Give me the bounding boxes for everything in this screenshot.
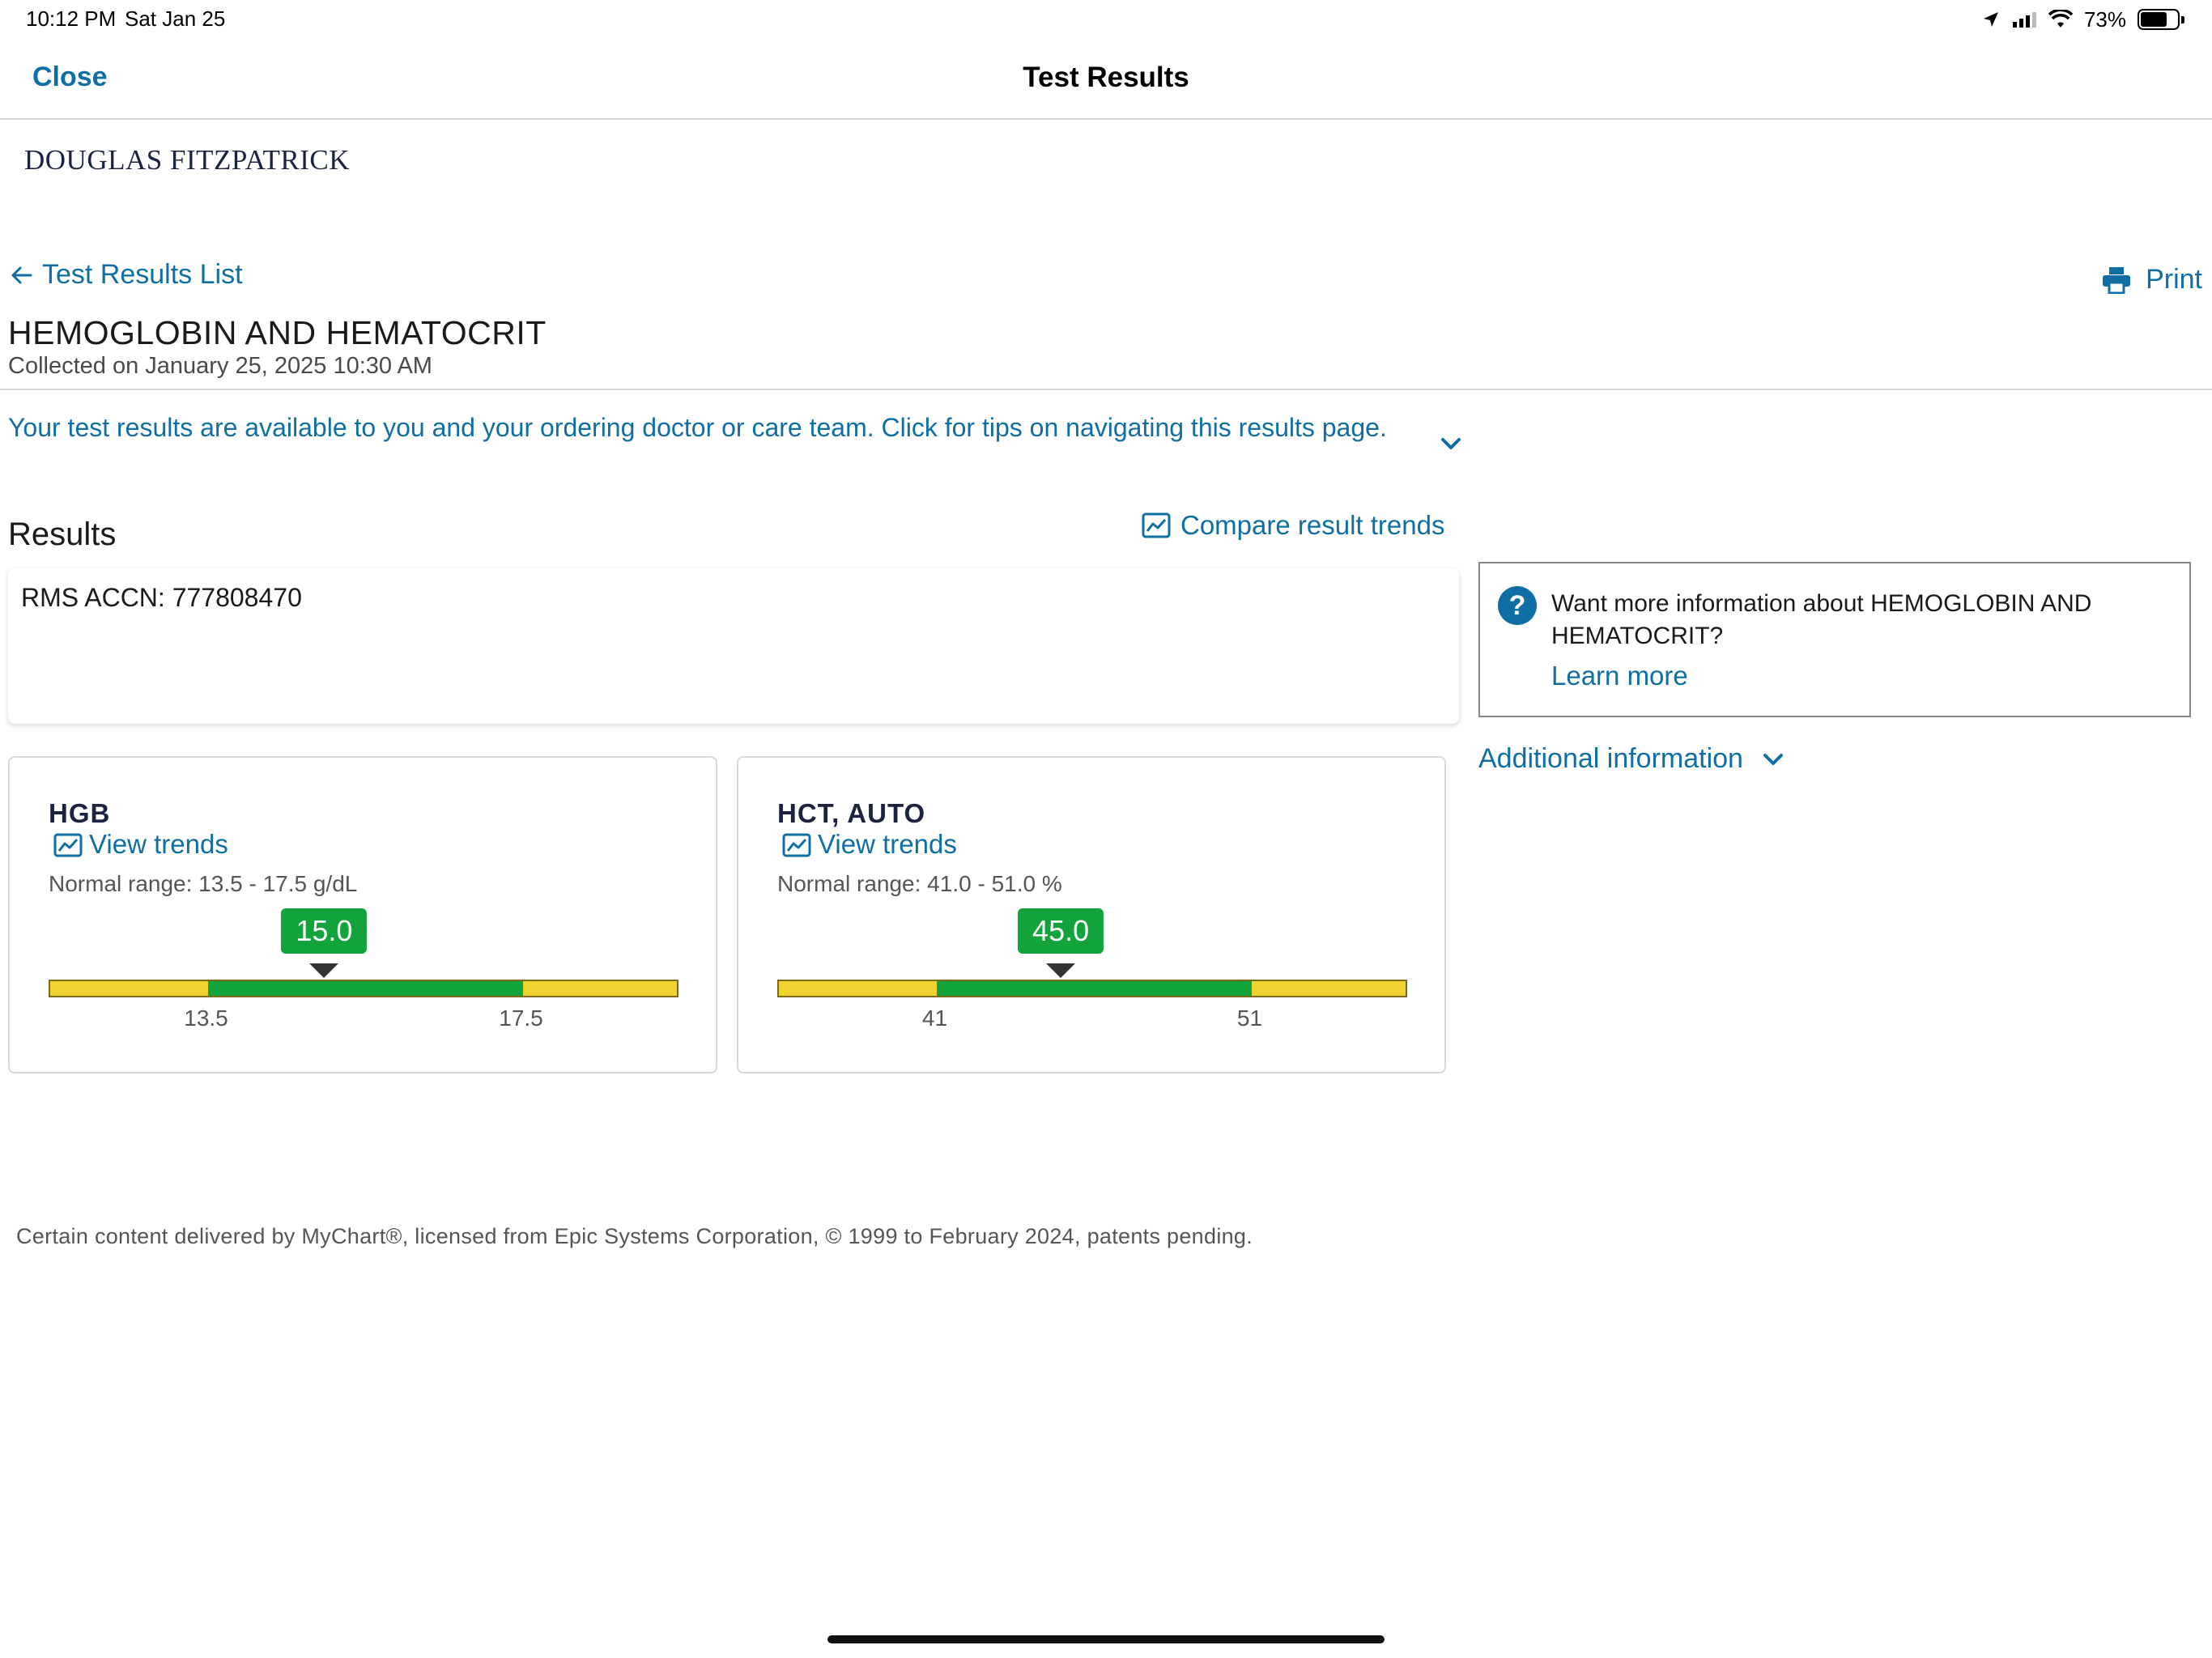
battery-level	[2141, 12, 2167, 27]
location-arrow-icon	[1983, 12, 1998, 27]
result-value-badge: 15.0	[281, 908, 368, 954]
print-button[interactable]: Print	[2102, 264, 2202, 295]
trend-chart-icon	[53, 833, 83, 857]
compare-result-trends-link[interactable]: Compare result trends	[1142, 510, 1444, 541]
range-low-label: 41	[921, 1005, 948, 1031]
printer-icon	[2103, 266, 2131, 294]
more-info-question: Want more information about HEMOGLOBIN A…	[1551, 590, 2092, 649]
result-card-hct-auto: HCT, AUTO View trends Normal range: 41.0…	[737, 756, 1446, 1073]
battery-icon	[2138, 9, 2184, 30]
status-bar: 10:12 PM Sat Jan 25 73%	[0, 0, 2212, 42]
component-name: HGB	[49, 798, 111, 828]
component-name: HCT, AUTO	[777, 798, 926, 828]
compare-label: Compare result trends	[1180, 510, 1445, 540]
view-trends-link[interactable]: View trends	[53, 829, 228, 860]
range-high-label: 17.5	[499, 1005, 543, 1031]
normal-range: Normal range: 13.5 - 17.5 g/dL	[49, 871, 358, 896]
learn-more-link[interactable]: Learn more	[1551, 661, 1688, 691]
divider	[0, 389, 2212, 390]
patient-name: DOUGLAS FITZPATRICK	[24, 144, 351, 176]
normal-range-segment	[207, 981, 523, 996]
more-info-box: ? Want more information about HEMOGLOBIN…	[1478, 562, 2191, 717]
accession-card: RMS ACCN: 777808470	[8, 568, 1459, 724]
range-bar	[49, 980, 678, 997]
back-to-results-list-link[interactable]: Test Results List	[10, 259, 243, 291]
normal-range-segment	[936, 981, 1252, 996]
view-trends-label: View trends	[818, 829, 957, 859]
value-pointer-icon	[1046, 963, 1076, 978]
navigation-bar: Close Test Results	[0, 42, 2212, 120]
home-indicator[interactable]	[827, 1635, 1385, 1643]
range-bar	[777, 980, 1407, 997]
status-indicators: 73%	[1982, 6, 2184, 32]
status-date: Sat Jan 25	[125, 6, 226, 31]
status-time: 10:12 PM	[26, 6, 117, 31]
chevron-down-icon	[1763, 753, 1783, 765]
result-card-hgb: HGB View trends Normal range: 13.5 - 17.…	[8, 756, 717, 1073]
nav-title: Test Results	[1023, 62, 1189, 93]
cellular-signal-icon	[2012, 12, 2036, 28]
wifi-icon	[2048, 10, 2073, 28]
test-title: HEMOGLOBIN AND HEMATOCRIT	[8, 314, 547, 351]
result-value-badge: 45.0	[1018, 908, 1104, 954]
back-link-label: Test Results List	[42, 259, 243, 290]
accession-number: RMS ACCN: 777808470	[21, 583, 302, 612]
trend-chart-icon	[1142, 512, 1171, 538]
value-pointer-icon	[309, 963, 339, 978]
view-trends-link[interactable]: View trends	[782, 829, 957, 860]
print-label: Print	[2146, 264, 2202, 295]
collected-date: Collected on January 25, 2025 10:30 AM	[8, 353, 432, 379]
results-heading: Results	[8, 517, 117, 552]
question-icon: ?	[1498, 586, 1537, 625]
range-low-label: 13.5	[184, 1005, 228, 1031]
battery-percent: 73%	[2083, 6, 2126, 32]
tips-toggle-text[interactable]: Your test results are available to you a…	[8, 411, 1401, 444]
arrow-left-icon	[11, 266, 32, 283]
view-trends-label: View trends	[89, 829, 228, 859]
range-high-label: 51	[1236, 1005, 1263, 1031]
normal-range: Normal range: 41.0 - 51.0 %	[777, 871, 1062, 896]
additional-information-toggle[interactable]: Additional information	[1478, 743, 1787, 775]
footer-copyright: Certain content delivered by MyChart®, l…	[16, 1224, 1253, 1248]
additional-information-label: Additional information	[1478, 743, 1743, 774]
chevron-down-icon[interactable]	[1436, 429, 1465, 458]
trend-chart-icon	[782, 833, 811, 857]
